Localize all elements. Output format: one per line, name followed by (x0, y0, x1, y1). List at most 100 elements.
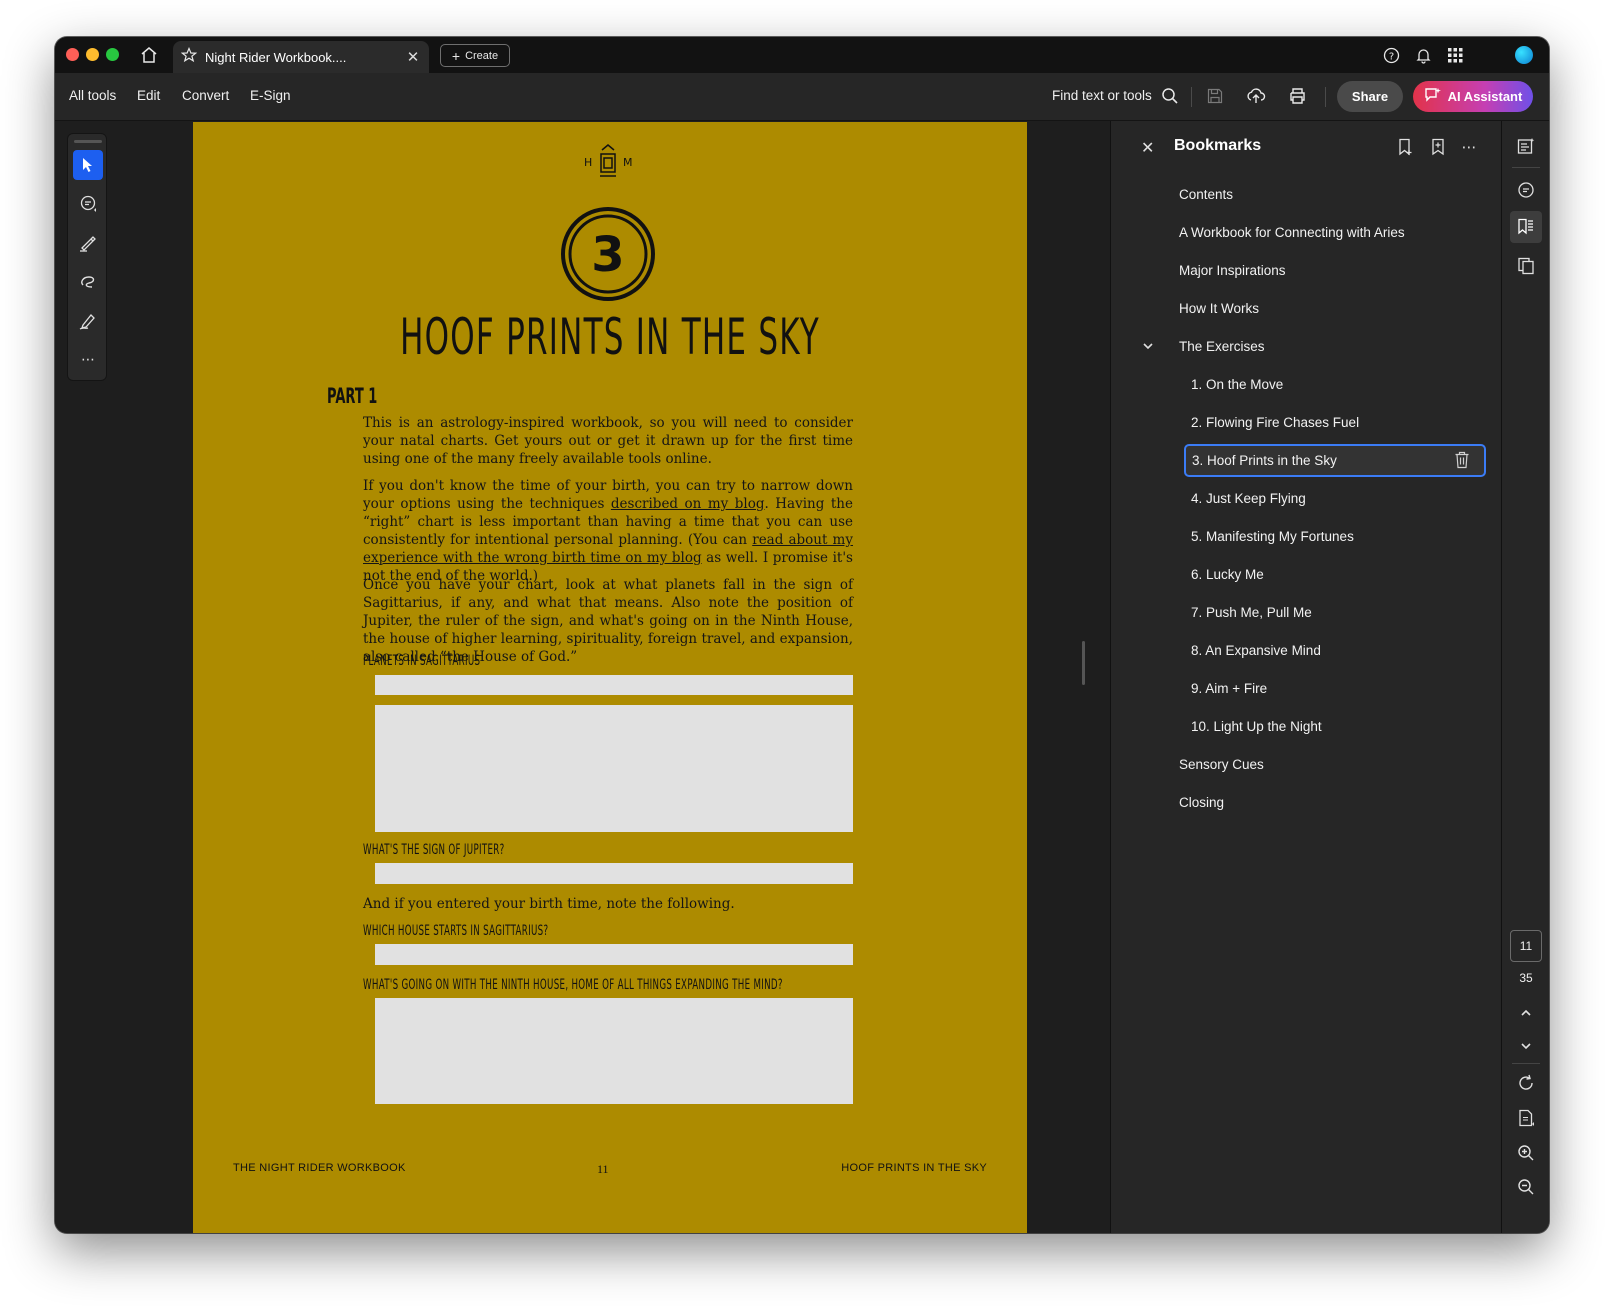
label-ninth-house: WHAT'S GOING ON WITH THE NINTH HOUSE, HO… (363, 977, 783, 993)
planets-text-area[interactable] (375, 705, 853, 832)
chapter-number: 3 (591, 227, 624, 283)
create-button[interactable]: + Create (440, 44, 510, 67)
bookmark-item[interactable]: 9. Aim + Fire (1191, 673, 1267, 703)
bell-icon[interactable] (1414, 46, 1432, 64)
trash-icon[interactable] (1454, 451, 1470, 472)
total-pages: 35 (1519, 971, 1533, 985)
bookmark-item[interactable]: 8. An Expansive Mind (1191, 635, 1321, 665)
comment-icon[interactable] (73, 189, 103, 219)
star-icon[interactable] (180, 46, 198, 68)
save-icon[interactable] (1204, 85, 1226, 107)
panel-resize-handle[interactable] (1082, 641, 1085, 685)
toolbar-divider (1191, 87, 1192, 107)
title-bar: Night Rider Workbook.... ✕ + Create ? (55, 37, 1549, 73)
close-panel-icon[interactable]: ✕ (1141, 138, 1154, 158)
draw-freehand-icon[interactable] (73, 267, 103, 297)
ninth-house-text-area[interactable] (375, 998, 853, 1104)
blog-link-techniques[interactable]: described on my blog (611, 496, 765, 512)
find-text-or-tools[interactable]: Find text or tools (1052, 88, 1152, 103)
current-page-input[interactable]: 11 (1510, 930, 1542, 962)
bookmark-item[interactable]: A Workbook for Connecting with Aries (1179, 217, 1405, 247)
chapter-title: HOOF PRINTS IN THE SKY (400, 308, 820, 366)
rail-divider (1512, 1063, 1540, 1064)
search-icon[interactable] (1159, 85, 1181, 107)
footer-page-number: 11 (597, 1162, 609, 1176)
footer-chapter-title: HOOF PRINTS IN THE SKY (841, 1162, 987, 1174)
bookmark-item[interactable]: The Exercises (1179, 331, 1265, 361)
zoom-out-icon[interactable] (1514, 1175, 1538, 1199)
bookmark-item[interactable]: 7. Push Me, Pull Me (1191, 597, 1312, 627)
edit-pdf-icon[interactable] (1514, 134, 1538, 158)
bookmark-item[interactable]: 10. Light Up the Night (1191, 711, 1322, 741)
house-sagittarius-field[interactable] (375, 944, 853, 965)
tab-title: Night Rider Workbook.... (205, 49, 347, 65)
app-window: Night Rider Workbook.... ✕ + Create ? Al… (55, 37, 1549, 1233)
help-icon[interactable]: ? (1382, 46, 1400, 64)
more-tools-icon[interactable]: ⋯ (73, 344, 103, 374)
bookmark-item-selected[interactable]: 3. Hoof Prints in the Sky (1184, 444, 1486, 477)
paragraph-birth-time: If you don't know the time of your birth… (363, 478, 853, 584)
planets-input-line[interactable] (375, 675, 853, 695)
menu-esign[interactable]: E-Sign (250, 88, 291, 103)
label-house-sagittarius: WHICH HOUSE STARTS IN SAGITTARIUS? (363, 923, 549, 939)
fit-page-icon[interactable] (1514, 1106, 1538, 1130)
bookmarks-icon[interactable] (1510, 211, 1542, 243)
add-bookmark-icon[interactable] (1396, 137, 1416, 157)
jupiter-sign-field[interactable] (375, 863, 853, 884)
bookmark-item[interactable]: Contents (1179, 179, 1233, 209)
create-label: Create (465, 49, 499, 62)
bookmark-label: 3. Hoof Prints in the Sky (1192, 453, 1337, 468)
quick-tools-toolbar: ⋯ (67, 133, 107, 381)
paragraph-natal-charts: This is an astrology-inspired workbook, … (363, 415, 853, 467)
close-window-button[interactable] (66, 48, 79, 61)
publisher-logo: H M (584, 144, 633, 177)
menu-all-tools[interactable]: All tools (69, 88, 116, 103)
page-thumbnails-icon[interactable] (1514, 254, 1538, 278)
cloud-upload-icon[interactable] (1245, 85, 1267, 107)
bookmark-item[interactable]: 6. Lucky Me (1191, 559, 1264, 589)
zoom-window-button[interactable] (106, 48, 119, 61)
rotate-icon[interactable] (1514, 1071, 1538, 1095)
toolbar-grip[interactable] (74, 140, 102, 143)
document-viewport[interactable]: ⋯ H M 3 HOOF PRINTS IN THE SKY PART 1 Th… (55, 121, 1110, 1233)
birth-time-note: And if you entered your birth time, note… (363, 896, 735, 912)
document-tab[interactable]: Night Rider Workbook.... ✕ (173, 41, 429, 73)
toolbar-divider (1325, 87, 1326, 107)
minimize-window-button[interactable] (86, 48, 99, 61)
bookmark-options-icon[interactable] (1428, 137, 1448, 157)
chapter-number-badge: 3 (561, 207, 655, 301)
select-cursor-icon[interactable] (73, 150, 103, 180)
bookmark-item[interactable]: Sensory Cues (1179, 749, 1264, 779)
menu-edit[interactable]: Edit (137, 88, 160, 103)
bookmark-item[interactable]: 2. Flowing Fire Chases Fuel (1191, 407, 1359, 437)
chevron-down-icon[interactable] (1514, 1034, 1538, 1058)
menu-convert[interactable]: Convert (182, 88, 229, 103)
bookmark-item[interactable]: Closing (1179, 787, 1224, 817)
bookmark-item[interactable]: 5. Manifesting My Fortunes (1191, 521, 1354, 551)
user-avatar[interactable] (1515, 46, 1533, 64)
bookmark-item[interactable]: How It Works (1179, 293, 1259, 323)
svg-text:H: H (584, 156, 592, 169)
svg-text:?: ? (1388, 51, 1393, 62)
apps-grid-icon[interactable] (1446, 46, 1464, 64)
chevron-up-icon[interactable] (1514, 1001, 1538, 1025)
zoom-in-icon[interactable] (1514, 1141, 1538, 1165)
comments-icon[interactable] (1514, 178, 1538, 202)
chevron-down-icon[interactable] (1141, 339, 1155, 353)
bookmarks-panel: ✕ Bookmarks ⋯ Contents A Workbook for Co… (1110, 121, 1501, 1233)
highlight-pen-icon[interactable] (73, 228, 103, 258)
tab-close-icon[interactable]: ✕ (405, 48, 421, 66)
plus-icon: + (451, 47, 461, 64)
print-icon[interactable] (1286, 85, 1308, 107)
bookmark-item[interactable]: 4. Just Keep Flying (1191, 483, 1306, 513)
home-icon[interactable] (137, 43, 161, 67)
bookmark-item[interactable]: Major Inspirations (1179, 255, 1286, 285)
footer-book-title: THE NIGHT RIDER WORKBOOK (233, 1162, 406, 1174)
ai-assistant-button[interactable]: AI Assistant (1413, 81, 1533, 112)
bookmark-item[interactable]: 1. On the Move (1191, 369, 1283, 399)
sign-pen-icon[interactable] (73, 306, 103, 336)
share-button[interactable]: Share (1337, 81, 1403, 112)
panel-title: Bookmarks (1174, 137, 1262, 154)
more-options-icon[interactable]: ⋯ (1459, 137, 1479, 157)
pdf-page: H M 3 HOOF PRINTS IN THE SKY PART 1 This… (193, 122, 1027, 1233)
